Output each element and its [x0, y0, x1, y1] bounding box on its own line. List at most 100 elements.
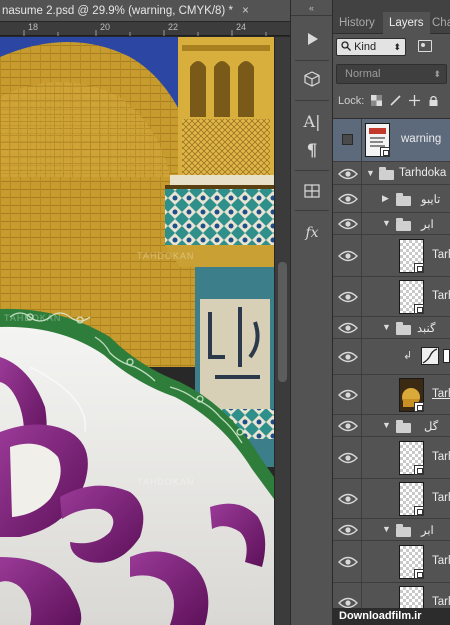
- expand-caret-icon[interactable]: ▼: [382, 420, 391, 430]
- layer-name[interactable]: Tarh: [432, 596, 450, 608]
- layer-name[interactable]: ابر: [421, 523, 434, 537]
- layer-filter-row: Kind ⬍: [336, 38, 447, 58]
- folder-icon: [396, 218, 411, 231]
- layer-name[interactable]: تایبو: [421, 192, 440, 206]
- document-title[interactable]: nasume 2.psd @ 29.9% (warning, CMYK/8) *: [2, 5, 233, 17]
- watermark-text: TAHDOKAN: [137, 251, 195, 261]
- visibility-toggle[interactable]: [342, 134, 353, 145]
- clipping-arrow-icon: ↲: [403, 350, 413, 362]
- layers-panel: History Layers Cha Kind ⬍ Normal ⬍ Lock:: [333, 0, 450, 625]
- adjustment-layer-row[interactable]: ↲: [333, 339, 450, 375]
- layer-row[interactable]: Tarh: [333, 479, 450, 519]
- eye-icon[interactable]: [338, 556, 358, 568]
- layer-name[interactable]: ابر: [421, 217, 434, 231]
- collapse-icon[interactable]: «: [291, 0, 332, 16]
- eye-icon[interactable]: [338, 168, 358, 180]
- eye-icon[interactable]: [338, 420, 358, 432]
- grid-icon[interactable]: [298, 178, 326, 204]
- lock-all-icon[interactable]: [428, 95, 439, 106]
- tab-layers[interactable]: Layers: [383, 12, 430, 34]
- character-icon[interactable]: A|: [298, 108, 326, 134]
- layer-name[interactable]: Tarhdoka: [399, 167, 446, 179]
- eye-icon[interactable]: [338, 322, 358, 334]
- stepper-arrows-icon: ⬍: [393, 42, 401, 52]
- layer-group-row[interactable]: ▼ ابر: [333, 213, 450, 235]
- tab-channels[interactable]: Cha: [426, 12, 450, 34]
- eye-icon[interactable]: [338, 389, 358, 401]
- layer-row[interactable]: Tarh: [333, 375, 450, 415]
- play-icon[interactable]: [298, 26, 326, 52]
- close-tab-icon[interactable]: ×: [242, 5, 249, 17]
- eye-icon[interactable]: [338, 291, 358, 303]
- layer-name[interactable]: گنبد: [417, 321, 435, 335]
- lock-transparency-icon[interactable]: [371, 95, 382, 106]
- folder-icon: [396, 420, 411, 433]
- eye-icon[interactable]: [338, 452, 358, 464]
- expand-caret-icon[interactable]: ▼: [382, 524, 391, 534]
- layer-row[interactable]: warning: [333, 119, 450, 162]
- layer-thumbnail: [399, 482, 424, 516]
- watermark-banner: Downloadfilm.ir: [333, 608, 450, 625]
- filter-kind-value: Kind: [354, 41, 377, 53]
- layer-row[interactable]: Tarh: [333, 235, 450, 277]
- image-canvas[interactable]: TAHDOKAN TAHDOKAN TAHDOKAN: [0, 37, 274, 625]
- layer-name[interactable]: warning: [401, 133, 441, 145]
- expand-caret-icon[interactable]: ▼: [382, 322, 391, 332]
- blend-mode-select[interactable]: Normal ⬍: [336, 64, 447, 84]
- smart-object-icon: [414, 506, 424, 516]
- layer-name[interactable]: گل: [424, 419, 438, 433]
- search-icon: [341, 41, 351, 51]
- eye-icon[interactable]: [338, 524, 358, 536]
- layer-name[interactable]: Tarh: [432, 492, 450, 504]
- strip-divider: [295, 210, 329, 211]
- layer-group-row[interactable]: ▼ گنبد: [333, 317, 450, 339]
- strip-divider: [295, 170, 329, 171]
- expand-caret-icon[interactable]: ▶: [382, 193, 389, 204]
- eye-icon[interactable]: [338, 193, 358, 205]
- horizontal-ruler[interactable]: 18 20 22 24: [0, 22, 290, 36]
- lock-brush-icon[interactable]: [390, 95, 401, 106]
- eye-icon[interactable]: [338, 493, 358, 505]
- expand-caret-icon[interactable]: ▼: [382, 218, 391, 228]
- vertical-scrollbar[interactable]: [275, 37, 290, 625]
- smart-object-icon: [414, 304, 424, 314]
- row-divider: [361, 235, 362, 276]
- eye-icon[interactable]: [338, 351, 358, 363]
- expand-caret-icon[interactable]: ▼: [366, 168, 375, 178]
- folder-icon: [379, 167, 394, 180]
- layer-group-row[interactable]: ▼ Tarhdoka: [333, 162, 450, 185]
- row-divider: [361, 317, 362, 338]
- blend-mode-value: Normal: [345, 68, 381, 80]
- artwork: [0, 37, 274, 625]
- eye-icon[interactable]: [338, 250, 358, 262]
- layer-group-row[interactable]: ▶ تایبو: [333, 185, 450, 213]
- document-tab[interactable]: nasume 2.psd @ 29.9% (warning, CMYK/8) *…: [0, 0, 290, 22]
- layer-row[interactable]: Tarh: [333, 277, 450, 317]
- pixel-layer-filter-icon[interactable]: [418, 40, 432, 52]
- layer-thumbnail: [399, 545, 424, 579]
- filter-kind-select[interactable]: Kind ⬍: [336, 38, 406, 56]
- lock-move-icon[interactable]: [409, 95, 420, 106]
- layer-name[interactable]: Tarh: [432, 290, 450, 302]
- scrollbar-thumb[interactable]: [278, 262, 287, 382]
- layer-name[interactable]: Tarh: [432, 555, 450, 567]
- layer-group-row[interactable]: ▼ ابر: [333, 519, 450, 541]
- layer-name[interactable]: Tarh: [432, 451, 450, 463]
- layer-name[interactable]: Tarh: [432, 249, 450, 261]
- fx-icon[interactable]: fx: [298, 220, 326, 246]
- row-divider: [361, 162, 362, 184]
- tab-history[interactable]: History: [333, 12, 381, 34]
- layer-row[interactable]: Tarh: [333, 541, 450, 583]
- folder-icon: [396, 322, 411, 335]
- eye-icon[interactable]: [338, 218, 358, 230]
- row-divider: [361, 437, 362, 478]
- paragraph-icon[interactable]: ¶: [298, 138, 326, 164]
- layer-name[interactable]: Tarh: [432, 388, 450, 400]
- layer-row[interactable]: Tarh: [333, 437, 450, 479]
- 3d-cube-icon[interactable]: [298, 66, 326, 92]
- document-window: nasume 2.psd @ 29.9% (warning, CMYK/8) *…: [0, 0, 290, 625]
- row-divider: [361, 479, 362, 518]
- lock-label: Lock:: [338, 95, 365, 107]
- lock-row: Lock:: [338, 92, 450, 110]
- layer-group-row[interactable]: ▼ گل: [333, 415, 450, 437]
